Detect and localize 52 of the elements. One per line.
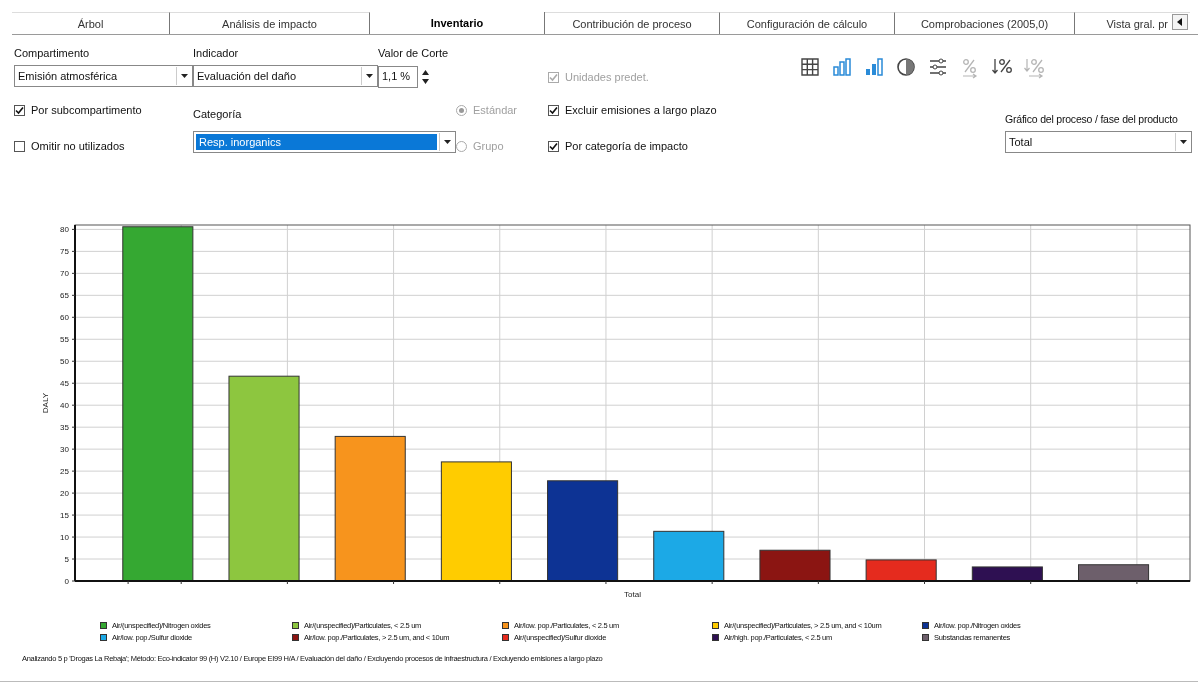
x-category-label: Total (624, 590, 641, 599)
checkbox-label: Unidades predet. (565, 71, 649, 83)
field-label: Indicador (193, 47, 240, 59)
tab[interactable]: Configuración de cálculo (720, 12, 895, 34)
y-tick-label: 45 (60, 379, 69, 389)
checkbox[interactable] (14, 140, 25, 152)
scroll-left-icon[interactable] (1172, 14, 1188, 30)
y-tick-label: 80 (60, 225, 69, 235)
y-tick-label: 35 (60, 423, 69, 433)
cutoff-field[interactable]: 1,1 % (378, 66, 418, 88)
y-tick-label: 60 (60, 313, 69, 323)
y-tick-label: 25 (60, 467, 69, 477)
radio-label: Grupo (473, 140, 504, 152)
y-tick-label: 40 (60, 401, 69, 411)
tab[interactable]: Comprobaciones (2005,0) (895, 12, 1075, 34)
field-label: Gráfico del proceso / fase del producto (1005, 113, 1179, 125)
grid-icon[interactable] (800, 57, 821, 79)
bar-chart-icon[interactable] (864, 57, 885, 79)
checkbox-label: Omitir no utilizados (31, 140, 125, 152)
bar-chart-icon[interactable] (832, 57, 853, 79)
dropdown[interactable]: Evaluación del daño (193, 65, 378, 87)
checkbox[interactable] (548, 104, 559, 116)
radio-label: Estándar (473, 104, 518, 116)
checkbox-label: Por subcompartimento (31, 104, 142, 116)
tab[interactable]: Árbol (12, 12, 170, 34)
y-tick-label: 30 (60, 445, 69, 455)
y-tick-label: 20 (60, 489, 69, 499)
pie-chart-icon[interactable] (896, 57, 917, 79)
y-tick-label: 15 (60, 511, 69, 521)
field-label: Valor de Corte (378, 47, 450, 59)
field-label: Compartimento (14, 47, 91, 59)
y-tick-label: 50 (60, 357, 69, 367)
y-tick-label: 75 (60, 247, 69, 257)
sliders-icon[interactable] (928, 57, 949, 79)
tab[interactable]: Análisis de impacto (170, 12, 370, 34)
y-axis-title: DALY (41, 392, 50, 414)
y-tick-label: 55 (60, 335, 69, 345)
dropdown[interactable]: Emisión atmosférica (14, 65, 193, 87)
y-tick-label: 0 (64, 577, 69, 586)
checkbox-label: Excluir emisiones a largo plazo (565, 104, 717, 116)
y-tick-label: 65 (60, 291, 69, 301)
dropdown[interactable]: Resp. inorganics (193, 131, 456, 153)
y-tick-label: 10 (60, 533, 69, 543)
tab[interactable]: Contribución de proceso (545, 12, 720, 34)
checkbox[interactable] (14, 104, 25, 116)
checkbox-label: Por categoría de impacto (565, 140, 688, 152)
field-label: Categoría (193, 107, 243, 120)
y-tick-label: 70 (60, 269, 69, 279)
checkbox[interactable] (548, 140, 559, 152)
dropdown[interactable]: Total (1005, 131, 1192, 153)
y-tick-label: 5 (64, 555, 69, 564)
spinner-icon[interactable] (422, 69, 429, 85)
